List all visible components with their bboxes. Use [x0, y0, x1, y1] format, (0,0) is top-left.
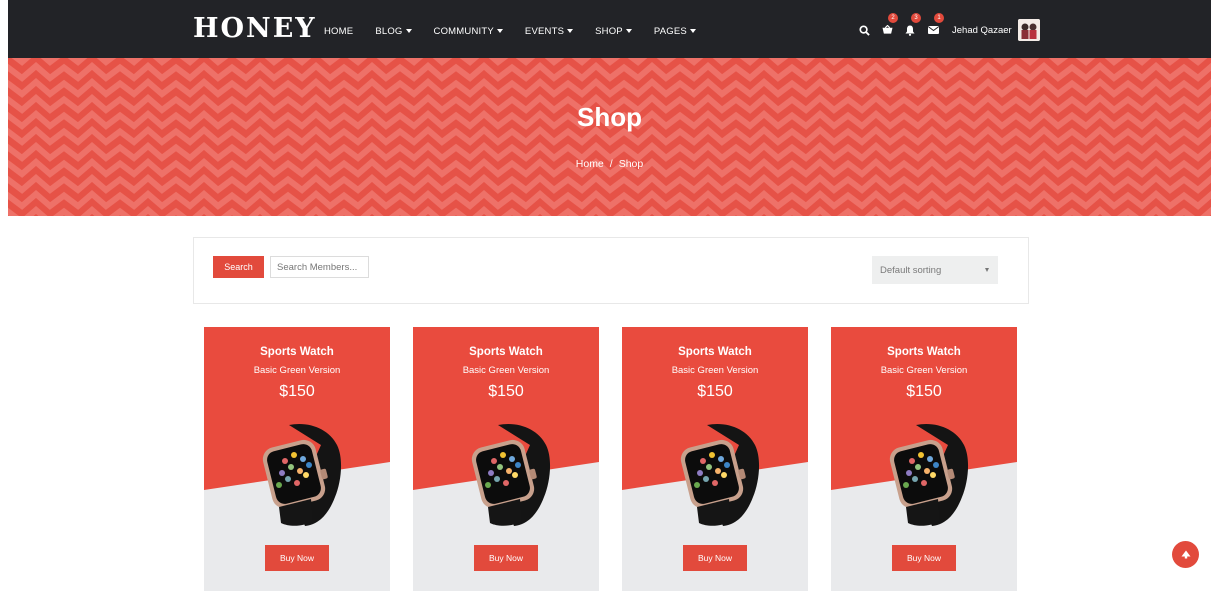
search-button[interactable]: Search: [213, 256, 264, 278]
smartwatch-image[interactable]: [458, 423, 554, 527]
page: HONEY HOME BLOG COMMUNITY EVENTS SHOP PA…: [0, 0, 1211, 614]
product-price: $150: [488, 383, 524, 400]
product-price: $150: [279, 383, 315, 400]
caret-down-icon: [567, 29, 574, 33]
cart-count-badge: 2: [888, 13, 898, 23]
hero-banner: Shop Home / Shop: [8, 58, 1211, 216]
product-subtitle: Basic Green Version: [462, 365, 550, 376]
buy-now-button[interactable]: Buy Now: [265, 545, 329, 571]
scroll-to-top-button[interactable]: [1172, 541, 1199, 568]
main-nav: HOME BLOG COMMUNITY EVENTS SHOP PAGES: [324, 24, 718, 38]
messages-count-badge: 1: [934, 13, 944, 23]
site-logo[interactable]: HONEY: [193, 13, 317, 45]
bell-icon[interactable]: 3: [900, 13, 921, 40]
breadcrumb-current: Shop: [618, 158, 644, 170]
nav-item-home[interactable]: HOME: [324, 26, 353, 37]
smartwatch-image[interactable]: [667, 423, 763, 527]
product-subtitle: Basic Green Version: [671, 365, 759, 376]
nav-item-events[interactable]: EVENTS: [524, 25, 574, 37]
breadcrumb-separator: /: [609, 158, 613, 170]
product-subtitle: Basic Green Version: [253, 365, 341, 376]
cart-icon[interactable]: 2: [877, 13, 898, 40]
nav-item-community[interactable]: COMMUNITY: [434, 26, 503, 37]
nav-item-label: BLOG: [375, 25, 403, 37]
nav-item-blog[interactable]: BLOG: [375, 25, 412, 37]
avatar[interactable]: [1017, 19, 1040, 41]
nav-item-label: SHOP: [595, 25, 623, 37]
caret-down-icon: [405, 29, 412, 33]
search-icon[interactable]: [854, 20, 874, 40]
nav-item-pages[interactable]: PAGES: [654, 26, 696, 37]
sort-select[interactable]: Default sorting: [872, 256, 998, 284]
caret-down-icon: [496, 29, 503, 33]
product-name: Sports Watch: [469, 346, 543, 358]
sort-select-value: Default sorting: [880, 264, 942, 276]
product-price: $150: [906, 383, 942, 400]
buy-now-button[interactable]: Buy Now: [474, 545, 538, 571]
nav-item-label: EVENTS: [524, 25, 565, 37]
product-name: Sports Watch: [260, 346, 334, 358]
user-name[interactable]: Jehad Qazaer: [952, 25, 1012, 36]
arrow-up-icon: [1181, 550, 1190, 559]
shop-filter-bar: Search Default sorting: [193, 237, 1029, 304]
smartwatch-image[interactable]: [876, 423, 972, 527]
product-card: Sports Watch Basic Green Version $150 Bu…: [413, 327, 599, 591]
top-navbar: HONEY HOME BLOG COMMUNITY EVENTS SHOP PA…: [8, 0, 1211, 58]
breadcrumb-home-link[interactable]: Home: [576, 158, 604, 170]
buy-now-button[interactable]: Buy Now: [683, 545, 747, 571]
product-name: Sports Watch: [887, 346, 961, 358]
caret-down-icon: [689, 29, 696, 33]
page-title: Shop: [577, 102, 642, 132]
product-card: Sports Watch Basic Green Version $150 Bu…: [204, 327, 390, 591]
product-price: $150: [697, 383, 733, 400]
smartwatch-image[interactable]: [249, 423, 345, 527]
nav-actions: 2 3 1 Jehad Qazaer: [854, 13, 1040, 42]
caret-down-icon: [985, 268, 989, 272]
nav-item-label: COMMUNITY: [433, 25, 494, 37]
breadcrumb: Home / Shop: [8, 158, 1211, 170]
nav-item-label: HOME: [324, 25, 354, 37]
product-card: Sports Watch Basic Green Version $150 Bu…: [622, 327, 808, 591]
product-name: Sports Watch: [678, 346, 752, 358]
nav-item-label: PAGES: [653, 25, 687, 37]
search-input[interactable]: [270, 256, 369, 278]
notifications-count-badge: 3: [911, 13, 921, 23]
nav-item-shop[interactable]: SHOP: [595, 26, 632, 37]
product-subtitle: Basic Green Version: [880, 365, 968, 376]
product-card: Sports Watch Basic Green Version $150 Bu…: [831, 327, 1017, 591]
envelope-icon[interactable]: 1: [923, 13, 944, 40]
caret-down-icon: [625, 29, 632, 33]
buy-now-button[interactable]: Buy Now: [892, 545, 956, 571]
